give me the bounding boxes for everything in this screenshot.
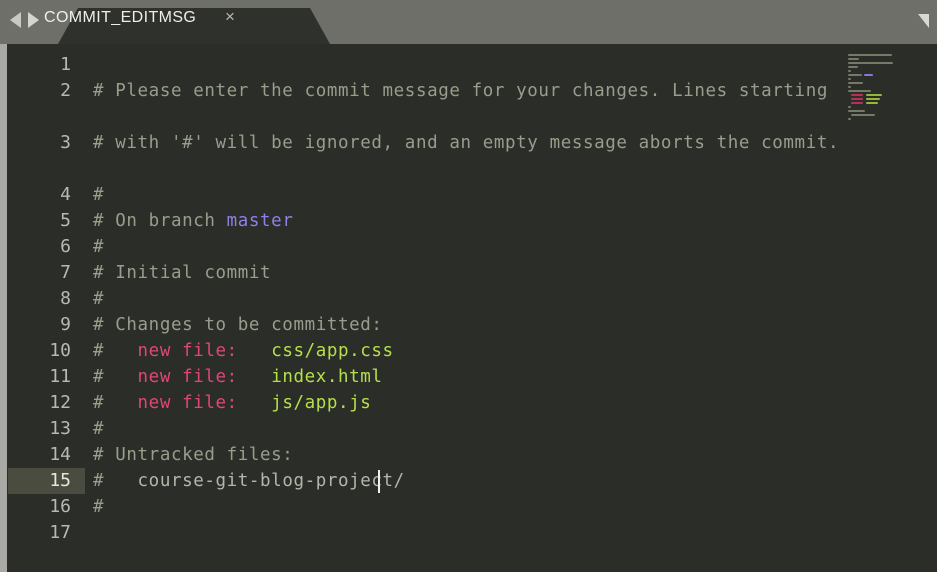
triangle-left-icon[interactable] (10, 12, 21, 28)
code-line[interactable]: # course-git-blog-project/ (93, 468, 853, 494)
minimap-line (848, 66, 858, 68)
minimap-line (848, 58, 859, 60)
minimap-line (864, 74, 873, 76)
code-token-comment: # (93, 185, 105, 205)
code-token-comment: # (93, 419, 105, 439)
minimap-line (866, 94, 882, 96)
minimap-line (848, 78, 851, 80)
code-token-comment: # (93, 497, 105, 517)
code-token-branch: master (226, 211, 294, 231)
code-line[interactable]: # new file: js/app.js (93, 390, 853, 416)
triangle-right-icon[interactable] (28, 12, 39, 28)
minimap-line (851, 102, 863, 104)
code-token-status: new file: (137, 341, 238, 361)
minimap-line (851, 98, 863, 100)
minimap-line (848, 70, 851, 72)
line-number: 5 (60, 210, 71, 231)
editor-pane: 1 2 3 4 5 6 7 8 9 10 11 12 13 14 15 16 17 # Please enter… (0, 44, 937, 572)
code-line[interactable]: # Untracked files: (93, 442, 853, 468)
code-token-comment: # On branch (93, 211, 227, 231)
minimap-line (848, 82, 863, 84)
editor-window: COMMIT_EDITMSG × 1 2 3 4 5 6 7 8 9 10 11 12 13 14 15 16… (0, 0, 937, 572)
line-number: 7 (60, 262, 71, 283)
tab-label: COMMIT_EDITMSG (44, 9, 197, 26)
minimap-line (851, 94, 863, 96)
line-number: 1 (60, 54, 71, 75)
code-token-file: index.html (271, 367, 383, 387)
code-token-comment: # (93, 367, 138, 387)
line-number: 2 (60, 80, 71, 101)
code-line[interactable]: # (93, 286, 853, 312)
code-token-comment: # Initial commit (93, 263, 272, 283)
line-number: 15 (8, 468, 85, 494)
minimap-line (848, 106, 851, 108)
line-number: 11 (49, 366, 71, 387)
code-line[interactable]: # (93, 182, 853, 208)
code-token-comment (238, 367, 271, 387)
minimap-line (848, 110, 865, 112)
code-line[interactable]: # (93, 234, 853, 260)
line-number: 12 (49, 392, 71, 413)
line-number-gutter: 1 2 3 4 5 6 7 8 9 10 11 12 13 14 15 16 17 (7, 44, 85, 572)
minimap[interactable] (846, 50, 896, 120)
code-content[interactable]: # Please enter the commit message for yo… (93, 44, 853, 572)
code-line[interactable]: # Initial commit (93, 260, 853, 286)
code-line[interactable]: # On branch master (93, 208, 853, 234)
code-token-status: new file: (137, 393, 238, 413)
line-number: 8 (60, 288, 71, 309)
minimap-line (848, 54, 892, 56)
minimap-line (848, 118, 851, 120)
code-token-comment: # Untracked files: (93, 445, 294, 465)
code-token-comment (238, 393, 271, 413)
line-number: 10 (49, 340, 71, 361)
line-number: 13 (49, 418, 71, 439)
code-line[interactable]: # with '#' will be ignored, and an empty… (93, 130, 853, 156)
code-line[interactable]: # new file: css/app.css (93, 338, 853, 364)
chevron-down-icon[interactable] (918, 14, 929, 28)
code-token-comment: # Changes to be committed: (93, 315, 383, 335)
minimap-line (866, 98, 880, 100)
code-token-comment: # (93, 471, 138, 491)
code-token-comment: # with '#' will be ignored, and an empty… (93, 133, 840, 153)
line-number: 14 (49, 444, 71, 465)
minimap-line (848, 74, 862, 76)
line-number: 9 (60, 314, 71, 335)
code-token-comment: # (93, 289, 105, 309)
minimap-line (848, 90, 871, 92)
code-token-file: js/app.js (271, 393, 372, 413)
code-token-status: new file: (137, 367, 238, 387)
tab-bar: COMMIT_EDITMSG × (0, 0, 937, 44)
line-number: 17 (49, 522, 71, 543)
minimap-line (848, 86, 851, 88)
code-token-comment: # (93, 237, 105, 257)
line-number: 3 (60, 132, 71, 153)
minimap-line (848, 62, 893, 64)
code-token-comment (238, 341, 271, 361)
code-line[interactable]: # Changes to be committed: (93, 312, 853, 338)
tab-navigation-arrows (10, 12, 39, 28)
code-token-plain: course-git-blog-project/ (137, 471, 405, 491)
close-icon[interactable]: × (221, 8, 239, 26)
code-line[interactable]: # new file: index.html (93, 364, 853, 390)
code-token-file: css/app.css (271, 341, 394, 361)
line-number: 6 (60, 236, 71, 257)
code-line[interactable]: # (93, 416, 853, 442)
code-line[interactable]: # (93, 494, 853, 520)
line-number: 16 (49, 496, 71, 517)
minimap-line (851, 114, 875, 116)
code-token-comment: # (93, 341, 138, 361)
code-token-comment: # Please enter the commit message for yo… (93, 81, 828, 101)
code-line[interactable]: # Please enter the commit message for yo… (93, 78, 853, 104)
minimap-line (866, 102, 878, 104)
editor-viewport[interactable]: 1 2 3 4 5 6 7 8 9 10 11 12 13 14 15 16 17 # Please enter… (7, 44, 937, 572)
code-token-comment: # (93, 393, 138, 413)
text-caret (377, 470, 380, 493)
line-number: 4 (60, 184, 71, 205)
